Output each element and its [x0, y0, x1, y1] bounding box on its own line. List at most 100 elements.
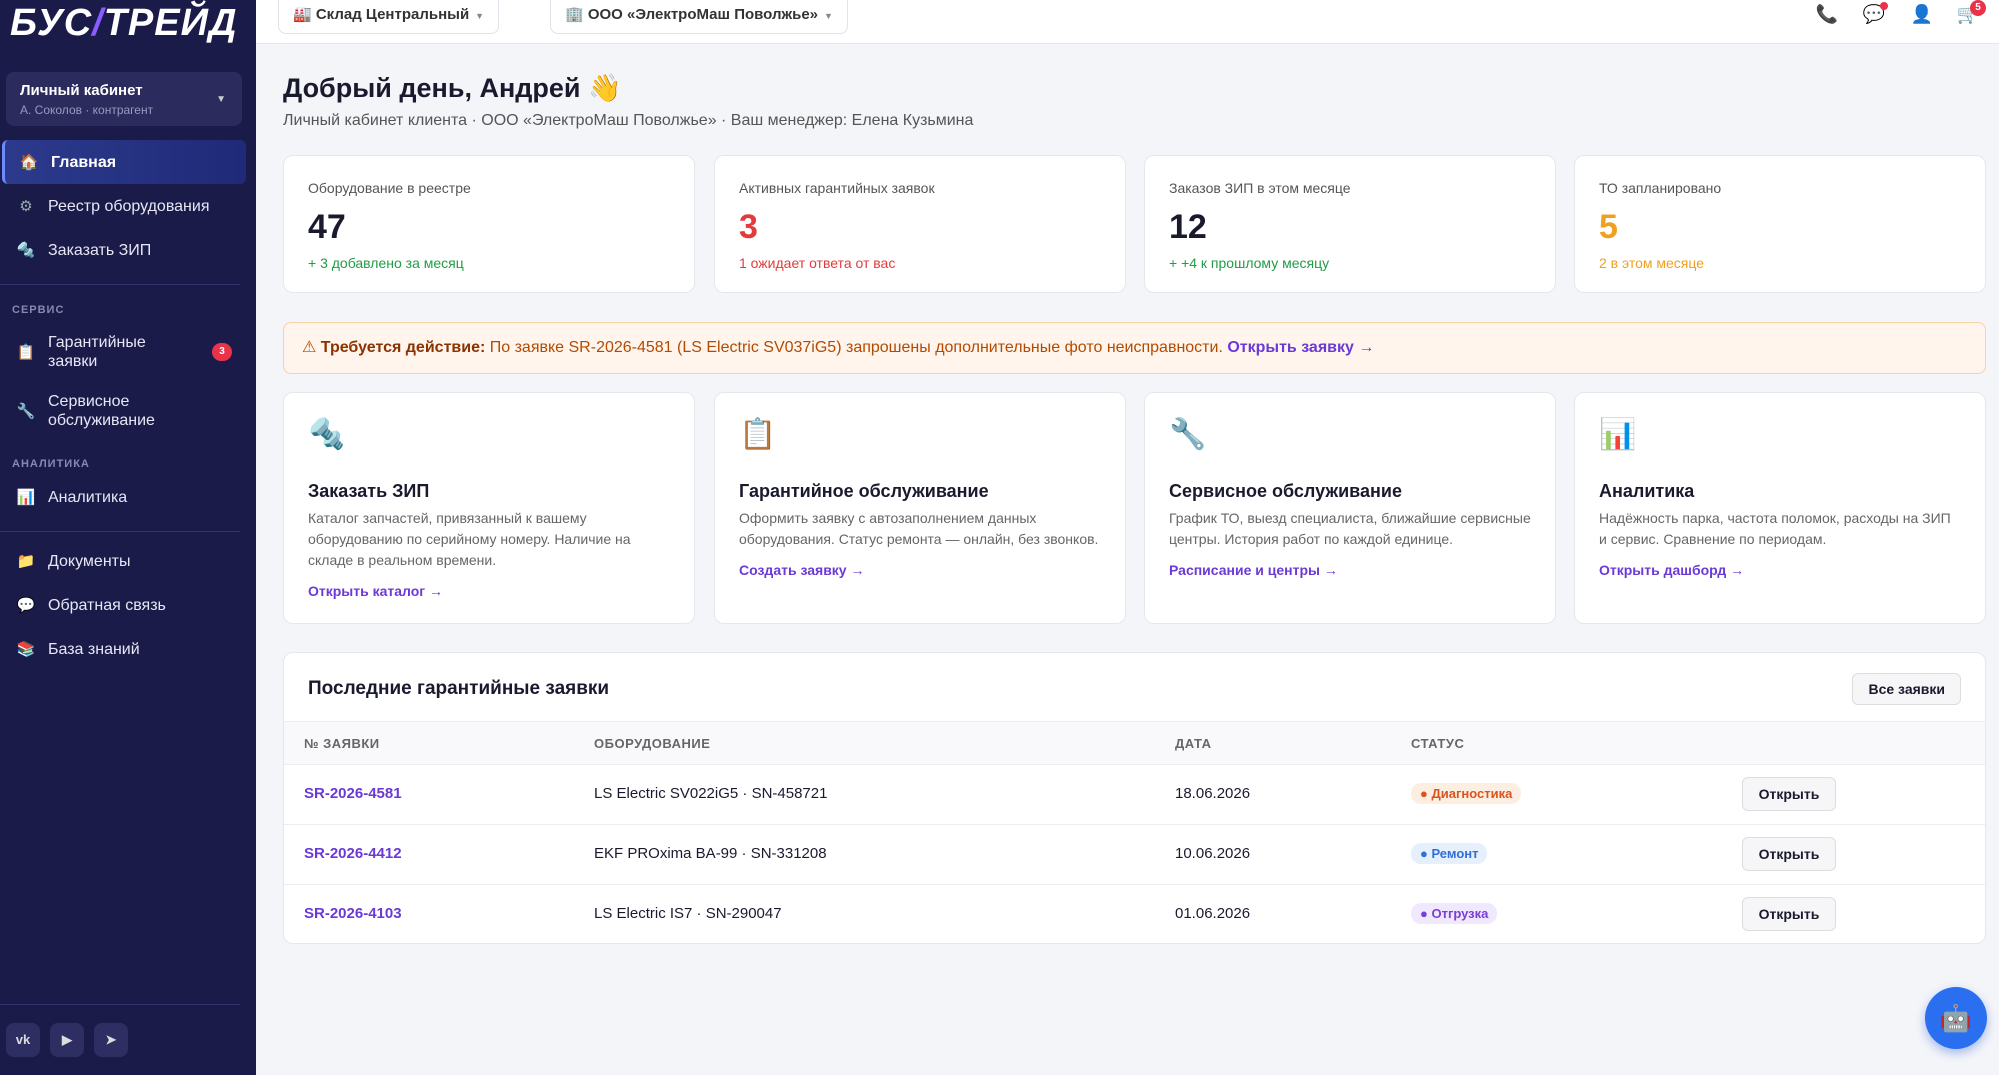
wrench-icon: 🔩 [16, 242, 36, 259]
chat-icon: 💬 [16, 597, 36, 614]
card-description: Надёжность парка, частота поломок, расхо… [1599, 510, 1951, 547]
equipment-cell: LS Electric IS7 · SN-290047 [594, 905, 782, 922]
stat-value: 3 [739, 208, 758, 246]
column-header: ДАТА [1175, 736, 1212, 751]
phone-icon[interactable]: 📞 [1815, 4, 1839, 25]
stat-label: ТО запланировано [1599, 180, 1722, 196]
divider [0, 531, 240, 532]
column-header: СТАТУС [1411, 736, 1465, 751]
chevron-down-icon: ▼ [216, 94, 226, 105]
stat-value: 12 [1169, 208, 1207, 246]
chevron-down-icon: ▼ [824, 11, 833, 21]
stat-label: Активных гарантийных заявок [739, 180, 935, 196]
account-switcher[interactable]: Личный кабинет А. Соколов · контрагент ▼ [6, 72, 242, 126]
open-button[interactable]: Открыть [1742, 777, 1836, 811]
sidebar: БУС/ТРЕЙД Личный кабинет А. Соколов · ко… [0, 0, 256, 1075]
claim-id-link[interactable]: SR-2026-4581 [304, 785, 402, 802]
sidebar-item-equipment-registry[interactable]: ⚙ Реестр оборудования [2, 184, 246, 228]
action-required-alert: ⚠ Требуется действие: По заявке SR-2026-… [283, 322, 1986, 374]
logo[interactable]: БУС/ТРЕЙД [10, 0, 237, 46]
robot-icon: 🤖 [1939, 1003, 1973, 1033]
sidebar-item-warranty-claims[interactable]: 📋 Гарантийные заявки 3 [2, 329, 246, 375]
card-warranty-service: 📋 Гарантийное обслуживание Оформить заяв… [714, 392, 1126, 624]
section-title-service: СЕРВИС [12, 304, 65, 316]
alert-text: По заявке SR-2026-4581 (LS Electric SV03… [485, 339, 1228, 356]
stat-card-parts-orders: Заказов ЗИП в этом месяце 12 + +4 к прош… [1144, 155, 1556, 293]
open-dashboard-link[interactable]: Открыть дашборд → [1599, 562, 1961, 578]
home-icon: 🏠 [19, 154, 39, 171]
stat-note: 1 ожидает ответа от вас [739, 255, 896, 271]
open-button[interactable]: Открыть [1742, 897, 1836, 931]
table-row: SR-2026-4412 EKF PROxima BA-99 · SN-3312… [284, 825, 1985, 885]
chart-icon: 📊 [1599, 418, 1637, 451]
create-claim-link[interactable]: Создать заявку → [739, 562, 1101, 578]
cart-badge: 5 [1970, 0, 1986, 16]
account-title: Личный кабинет [20, 82, 143, 99]
card-title: Гарантийное обслуживание [739, 481, 989, 501]
divider [0, 284, 240, 285]
sidebar-item-feedback[interactable]: 💬 Обратная связь [2, 583, 246, 627]
card-description: Каталог запчастей, привязанный к вашему … [308, 510, 631, 568]
card-title: Аналитика [1599, 481, 1695, 501]
vk-icon[interactable]: vk [6, 1023, 40, 1057]
sidebar-item-service-maintenance[interactable]: 🔧 Сервисное обслуживание [2, 387, 246, 435]
column-header: ОБОРУДОВАНИЕ [594, 736, 711, 751]
sidebar-item-home[interactable]: 🏠 Главная [2, 140, 246, 184]
page-title: Добрый день, Андрей 👋 [283, 73, 622, 103]
stat-note: + +4 к прошлому месяцу [1169, 255, 1330, 271]
date-cell: 10.06.2026 [1175, 845, 1251, 862]
bolt-icon: 🔩 [308, 418, 346, 451]
stat-card-warranty: Активных гарантийных заявок 3 1 ожидает … [714, 155, 1126, 293]
card-description: Оформить заявку с автозаполнением данных… [739, 510, 1099, 547]
sidebar-item-order-parts[interactable]: 🔩 Заказать ЗИП [2, 228, 246, 272]
warehouse-select[interactable]: 🏭 Склад Центральный ▼ [278, 0, 500, 34]
stat-label: Заказов ЗИП в этом месяце [1169, 180, 1351, 196]
sidebar-item-knowledge-base[interactable]: 📚 База знаний [2, 627, 246, 671]
tool-icon: 🔧 [16, 403, 36, 420]
topbar: 🏭 Склад Центральный ▼ 🏢 ООО «ЭлектроМаш П… [256, 0, 1999, 44]
card-order-parts: 🔩 Заказать ЗИП Каталог запчастей, привяз… [283, 392, 695, 624]
table-title: Последние гарантийные заявки [308, 678, 610, 699]
youtube-icon[interactable]: ▶ [50, 1023, 84, 1057]
schedule-link[interactable]: Расписание и центры → [1169, 562, 1531, 578]
section-title-analytics: АНАЛИТИКА [12, 458, 90, 470]
card-title: Заказать ЗИП [308, 481, 430, 501]
books-icon: 📚 [16, 641, 36, 658]
card-service-maintenance: 🔧 Сервисное обслуживание График ТО, выез… [1144, 392, 1556, 624]
open-button[interactable]: Открыть [1742, 837, 1836, 871]
claim-id-link[interactable]: SR-2026-4103 [304, 905, 402, 922]
equipment-cell: LS Electric SV022iG5 · SN-458721 [594, 785, 828, 802]
company-select[interactable]: 🏢 ООО «ЭлектроМаш Поволжье» ▼ [550, 0, 848, 34]
stat-note: 2 в этом месяце [1599, 255, 1705, 271]
card-analytics: 📊 Аналитика Надёжность парка, частота по… [1574, 392, 1986, 624]
all-claims-button[interactable]: Все заявки [1852, 673, 1961, 705]
warranty-count-badge: 3 [212, 343, 232, 361]
sidebar-item-analytics[interactable]: 📊 Аналитика [2, 475, 246, 519]
sidebar-item-documents[interactable]: 📁 Документы [2, 539, 246, 583]
assistant-bot-button[interactable]: 🤖 [1925, 987, 1987, 1049]
card-title: Сервисное обслуживание [1169, 481, 1402, 501]
stat-value: 47 [308, 208, 346, 246]
user-icon[interactable]: 👤 [1910, 4, 1934, 25]
warning-icon: ⚠ [302, 339, 317, 356]
column-header: № ЗАЯВКИ [304, 736, 380, 751]
telegram-icon[interactable]: ➤ [94, 1023, 128, 1057]
recent-claims-table: Последние гарантийные заявки Все заявки … [283, 652, 1986, 944]
folder-icon: 📁 [16, 553, 36, 570]
table-row: SR-2026-4581 LS Electric SV022iG5 · SN-4… [284, 765, 1985, 825]
open-claim-link[interactable]: Открыть заявку → [1227, 339, 1374, 356]
clipboard-icon: 📋 [16, 344, 36, 361]
open-catalog-link[interactable]: Открыть каталог → [308, 583, 670, 599]
stat-card-equipment: Оборудование в реестре 47 + 3 добавлено … [283, 155, 695, 293]
table-header: № ЗАЯВКИ ОБОРУДОВАНИЕ ДАТА СТАТУС [284, 721, 1985, 765]
status-badge: ● Ремонт [1411, 843, 1488, 864]
chart-icon: 📊 [16, 489, 36, 506]
claim-id-link[interactable]: SR-2026-4412 [304, 845, 402, 862]
divider [0, 1004, 240, 1005]
stat-card-maintenance: ТО запланировано 5 2 в этом месяце [1574, 155, 1986, 293]
wrench-icon: 🔧 [1169, 418, 1207, 451]
stat-value: 5 [1599, 208, 1618, 246]
notification-dot [1880, 2, 1888, 10]
stat-note: + 3 добавлено за месяц [308, 255, 464, 271]
stat-label: Оборудование в реестре [308, 180, 471, 196]
